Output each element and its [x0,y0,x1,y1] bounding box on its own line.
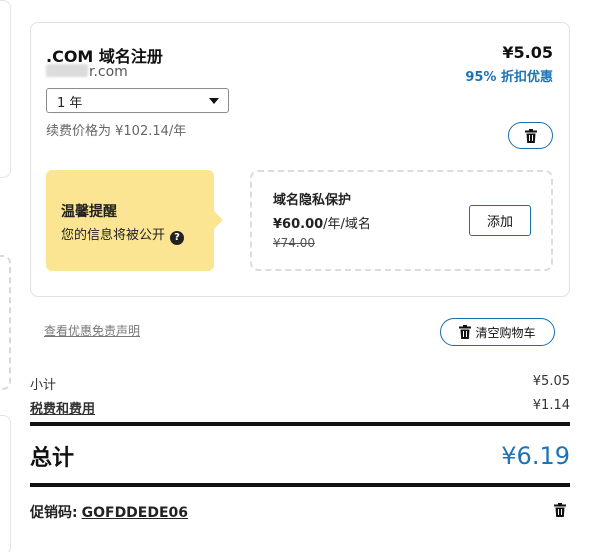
subtotal-label: 小计 [30,378,57,393]
trash-icon [554,503,566,517]
divider [30,422,570,426]
question-circle-icon[interactable]: ? [170,231,185,245]
term-select[interactable]: 1 年 [46,88,229,113]
tax-value: ¥1.14 [532,398,570,413]
total-label: 总计 [30,446,75,471]
tax-row: 税费和费用 ¥1.14 [30,398,570,417]
tax-label-link[interactable]: 税费和费用 [30,402,95,417]
subtotal-value: ¥5.05 [532,374,570,389]
promo-code[interactable]: GOFDDEDE06 [82,505,188,521]
domain-suffix: r.com [89,64,128,80]
side-panel-dashed-edge [0,255,11,390]
cart-item-card: .COM 域名注册 r.com ¥5.05 95% 折扣优惠 1 年 续费价格为… [30,22,570,297]
privacy-price: ¥60.00/年/域名 [273,213,371,232]
domain-name: r.com [46,64,128,80]
promo-label: 促销码: [30,505,78,521]
promo-code-row: 促销码: GOFDDEDE06 [30,502,188,522]
clear-cart-button[interactable]: 清空购物车 [440,318,555,346]
alert-title: 温馨提醒 [61,204,117,220]
alert-message: 您的信息将被公开 [61,228,166,243]
add-privacy-button[interactable]: 添加 [469,205,531,236]
subtotal-row: 小计 ¥5.05 [30,374,570,393]
clear-cart-label: 清空购物车 [475,325,536,340]
term-select-value: 1 年 [57,96,83,111]
privacy-price-amount: ¥60.00 [273,217,324,232]
side-panel-edge-lower [0,415,11,552]
privacy-upsell-box: 域名隐私保护 ¥60.00/年/域名 ¥74.00 添加 [250,170,553,271]
discount-label: 95% 折扣优惠 [465,70,553,85]
divider [30,483,570,487]
alert-text: 您的信息将被公开? [61,224,185,245]
total-value: ¥6.19 [501,442,570,470]
discount-disclaimer-link[interactable]: 查看优惠免责声明 [44,322,140,339]
domain-redacted [46,64,88,77]
privacy-title: 域名隐私保护 [273,193,352,208]
side-panel-edge [0,0,11,178]
chevron-down-icon [209,98,219,104]
privacy-price-unit: /年/域名 [323,217,371,232]
privacy-old-price: ¥74.00 [273,236,315,250]
remove-promo-button[interactable] [554,502,566,521]
trash-icon [524,128,537,143]
remove-item-button[interactable] [508,122,553,149]
renewal-price: 续费价格为 ¥102.14/年 [46,124,187,139]
item-price: ¥5.05 [502,43,553,62]
trash-icon [459,325,472,339]
privacy-warning-callout: 温馨提醒 您的信息将被公开? [46,170,223,271]
